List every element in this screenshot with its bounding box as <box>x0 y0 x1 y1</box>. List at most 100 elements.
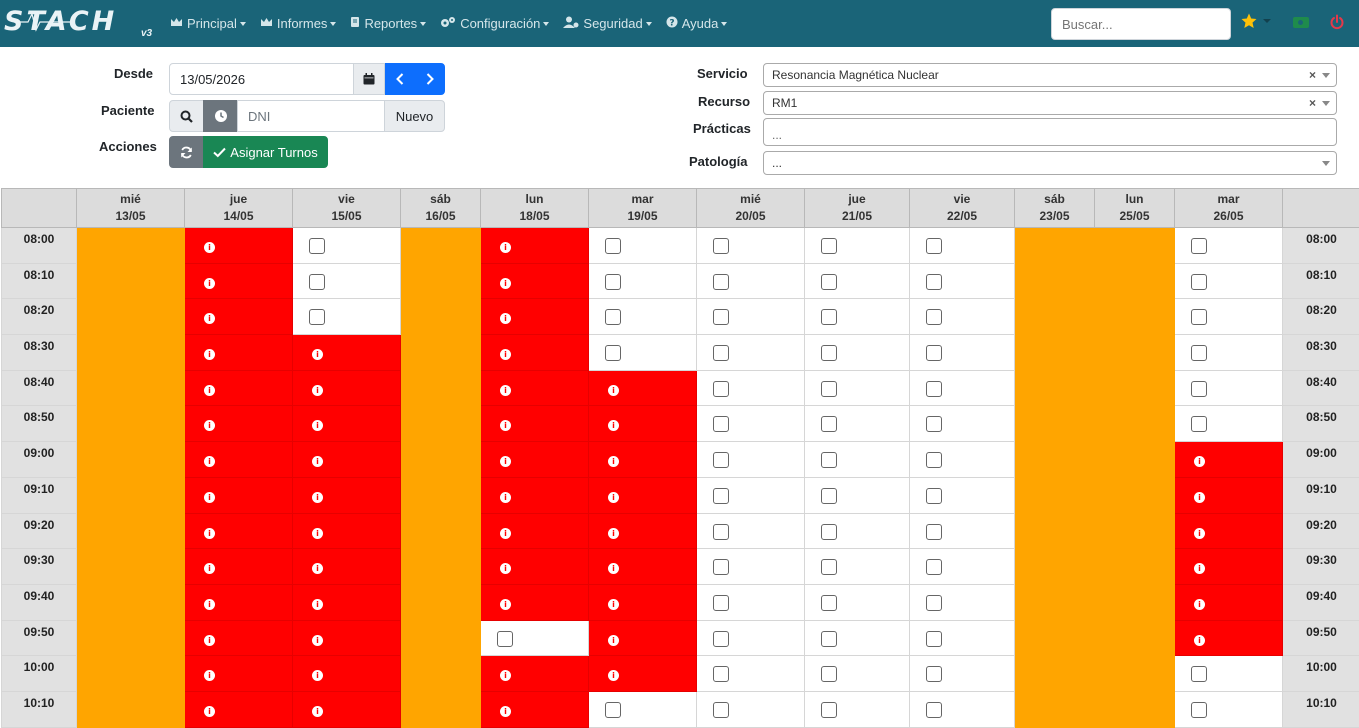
slot-checkbox[interactable] <box>1191 238 1207 254</box>
slot-checkbox[interactable] <box>926 309 942 325</box>
slot-checkbox[interactable] <box>926 631 942 647</box>
info-circle-icon[interactable]: i <box>608 456 619 467</box>
servicio-select[interactable]: Resonancia Magnética Nuclear × <box>763 63 1337 87</box>
info-circle-icon[interactable]: i <box>500 599 511 610</box>
info-circle-icon[interactable]: i <box>204 313 215 324</box>
slot-occupied[interactable]: i <box>481 335 589 371</box>
slot-checkbox[interactable] <box>926 345 942 361</box>
info-circle-icon[interactable]: i <box>608 635 619 646</box>
slot-occupied[interactable]: i <box>185 442 293 478</box>
slot-occupied[interactable]: i <box>481 263 589 299</box>
slot-occupied[interactable]: i <box>1175 620 1283 656</box>
slot-occupied[interactable]: i <box>185 477 293 513</box>
slot-checkbox[interactable] <box>1191 381 1207 397</box>
slot-occupied[interactable]: i <box>185 335 293 371</box>
slot-occupied[interactable]: i <box>481 370 589 406</box>
slot-checkbox[interactable] <box>821 309 837 325</box>
slot-checkbox[interactable] <box>605 238 621 254</box>
slot-checkbox[interactable] <box>926 524 942 540</box>
slot-checkbox[interactable] <box>605 702 621 718</box>
slot-occupied[interactable]: i <box>185 299 293 335</box>
info-circle-icon[interactable]: i <box>312 528 323 539</box>
slot-checkbox[interactable] <box>713 381 729 397</box>
recurso-select[interactable]: RM1 × <box>763 91 1337 115</box>
info-circle-icon[interactable]: i <box>312 492 323 503</box>
slot-checkbox[interactable] <box>1191 702 1207 718</box>
info-circle-icon[interactable]: i <box>312 706 323 717</box>
info-circle-icon[interactable]: i <box>204 420 215 431</box>
slot-occupied[interactable]: i <box>293 442 401 478</box>
slot-occupied[interactable]: i <box>1175 584 1283 620</box>
slot-occupied[interactable]: i <box>293 370 401 406</box>
slot-checkbox[interactable] <box>926 274 942 290</box>
menu-principal[interactable]: Principal <box>170 16 246 31</box>
slot-checkbox[interactable] <box>605 274 621 290</box>
slot-occupied[interactable]: i <box>293 691 401 727</box>
slot-checkbox[interactable] <box>926 381 942 397</box>
info-circle-icon[interactable]: i <box>312 420 323 431</box>
slot-checkbox[interactable] <box>821 631 837 647</box>
patologia-select[interactable]: ... <box>763 151 1337 175</box>
slot-checkbox[interactable] <box>713 309 729 325</box>
slot-checkbox[interactable] <box>713 702 729 718</box>
clear-servicio-button[interactable]: × <box>1309 68 1316 82</box>
slot-occupied[interactable]: i <box>589 370 697 406</box>
info-circle-icon[interactable]: i <box>204 278 215 289</box>
refresh-button[interactable] <box>169 136 204 168</box>
info-circle-icon[interactable]: i <box>312 670 323 681</box>
info-circle-icon[interactable]: i <box>500 385 511 396</box>
slot-occupied[interactable]: i <box>481 442 589 478</box>
slot-checkbox[interactable] <box>605 309 621 325</box>
info-circle-icon[interactable]: i <box>500 278 511 289</box>
info-circle-icon[interactable]: i <box>312 599 323 610</box>
info-circle-icon[interactable]: i <box>1194 563 1205 574</box>
favorites-button[interactable] <box>1241 13 1271 29</box>
slot-occupied[interactable]: i <box>293 549 401 585</box>
slot-checkbox[interactable] <box>926 452 942 468</box>
info-circle-icon[interactable]: i <box>500 492 511 503</box>
slot-checkbox[interactable] <box>821 345 837 361</box>
slot-checkbox[interactable] <box>605 345 621 361</box>
info-circle-icon[interactable]: i <box>500 670 511 681</box>
slot-checkbox[interactable] <box>309 309 325 325</box>
slot-checkbox[interactable] <box>713 452 729 468</box>
slot-checkbox[interactable] <box>713 631 729 647</box>
slot-checkbox[interactable] <box>713 238 729 254</box>
slot-occupied[interactable]: i <box>481 406 589 442</box>
slot-occupied[interactable]: i <box>481 656 589 692</box>
slot-occupied[interactable]: i <box>589 656 697 692</box>
slot-checkbox[interactable] <box>821 702 837 718</box>
slot-occupied[interactable]: i <box>589 406 697 442</box>
info-circle-icon[interactable]: i <box>1194 528 1205 539</box>
info-circle-icon[interactable]: i <box>312 385 323 396</box>
slot-occupied[interactable]: i <box>293 406 401 442</box>
power-icon[interactable] <box>1330 14 1344 33</box>
slot-occupied[interactable]: i <box>1175 442 1283 478</box>
app-logo[interactable]: STACH v3 <box>4 2 154 44</box>
slot-checkbox[interactable] <box>1191 309 1207 325</box>
slot-occupied[interactable]: i <box>481 691 589 727</box>
slot-occupied[interactable]: i <box>185 549 293 585</box>
info-circle-icon[interactable]: i <box>1194 599 1205 610</box>
slot-occupied[interactable]: i <box>293 584 401 620</box>
slot-occupied[interactable]: i <box>481 549 589 585</box>
slot-occupied[interactable]: i <box>185 691 293 727</box>
assign-turns-button[interactable]: Asignar Turnos <box>203 136 328 168</box>
info-circle-icon[interactable]: i <box>204 242 215 253</box>
slot-occupied[interactable]: i <box>589 620 697 656</box>
new-patient-button[interactable]: Nuevo <box>384 100 445 132</box>
slot-checkbox[interactable] <box>821 666 837 682</box>
info-circle-icon[interactable]: i <box>608 670 619 681</box>
slot-checkbox[interactable] <box>1191 274 1207 290</box>
slot-occupied[interactable]: i <box>589 477 697 513</box>
slot-checkbox[interactable] <box>713 666 729 682</box>
slot-occupied[interactable]: i <box>481 299 589 335</box>
info-circle-icon[interactable]: i <box>204 670 215 681</box>
info-circle-icon[interactable]: i <box>500 528 511 539</box>
slot-checkbox[interactable] <box>821 524 837 540</box>
slot-checkbox[interactable] <box>821 416 837 432</box>
slot-occupied[interactable]: i <box>481 228 589 264</box>
history-button[interactable] <box>203 100 238 132</box>
menu-seguridad[interactable]: Seguridad <box>563 16 651 31</box>
info-circle-icon[interactable]: i <box>204 349 215 360</box>
